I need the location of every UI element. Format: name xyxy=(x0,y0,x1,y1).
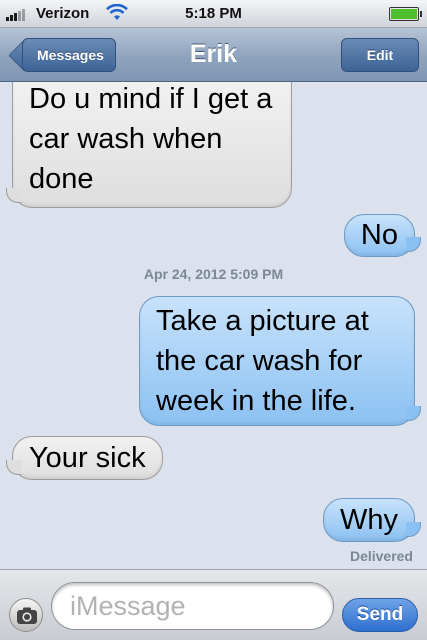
incoming-message-bubble[interactable]: Do u mind if I get a car wash when done xyxy=(6,82,292,208)
compose-bar: Send xyxy=(0,569,427,640)
status-time: 5:18 PM xyxy=(185,5,242,22)
send-button[interactable]: Send xyxy=(342,598,418,632)
battery-icon xyxy=(389,7,422,21)
message-text: Do u mind if I get a car wash when done xyxy=(29,83,273,195)
camera-icon xyxy=(17,607,37,624)
message-text: No xyxy=(360,219,398,251)
edit-button[interactable]: Edit xyxy=(341,38,419,72)
camera-button[interactable] xyxy=(9,598,43,632)
delivered-status: Delivered xyxy=(349,548,413,564)
outgoing-message-bubble[interactable]: Take a picture at the car wash for week … xyxy=(139,296,421,426)
status-bar: Verizon 5:18 PM xyxy=(0,0,427,28)
incoming-message-bubble[interactable]: Your sick xyxy=(6,436,163,480)
outgoing-message-bubble[interactable]: Why xyxy=(323,498,421,542)
message-timestamp: Apr 24, 2012 5:09 PM xyxy=(143,266,284,282)
message-text: Your sick xyxy=(29,442,146,474)
messages-back-button[interactable]: Messages xyxy=(22,38,116,72)
message-thread[interactable]: Do u mind if I get a car wash when done … xyxy=(0,82,427,569)
message-text: Why xyxy=(340,504,398,536)
imessage-input[interactable] xyxy=(51,582,334,630)
outgoing-message-bubble[interactable]: No xyxy=(343,214,422,257)
nav-bar: Messages Erik Edit xyxy=(0,28,427,82)
message-text: Take a picture at the car wash for week … xyxy=(156,305,369,417)
